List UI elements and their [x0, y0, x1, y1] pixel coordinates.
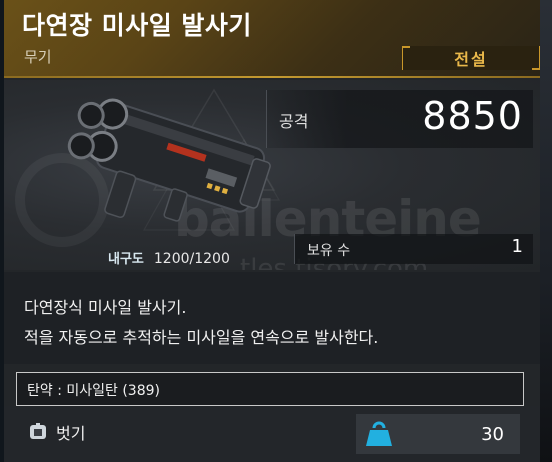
tooltip-footer: 벗기 30	[4, 406, 540, 462]
unequip-button[interactable]: 벗기	[28, 420, 85, 444]
grade-label: 전설	[454, 50, 488, 69]
weight-value: 30	[481, 424, 504, 445]
owned-count-label: 보유 수	[307, 243, 351, 259]
ammo-text: 탄약 : 미사일탄 (389)	[27, 383, 160, 399]
background-right-edge	[540, 0, 552, 462]
unequip-label: 벗기	[56, 424, 86, 443]
item-header: 다연장 미사일 발사기 무기 전설	[4, 0, 540, 78]
item-description: 다연장식 미사일 발사기. 적을 자동으로 추적하는 미사일을 연속으로 발사한…	[4, 272, 540, 364]
durability: 내구도 1200/1200	[108, 248, 230, 267]
item-name: 다연장 미사일 발사기	[22, 11, 252, 40]
owned-count-value: 1	[511, 236, 523, 257]
attack-value: 8850	[422, 94, 523, 138]
description-line-1: 다연장식 미사일 발사기.	[24, 298, 187, 317]
grade-badge: 전설	[402, 46, 540, 70]
ammo-info-box: 탄약 : 미사일탄 (389)	[16, 372, 524, 406]
unequip-icon	[30, 423, 46, 439]
weight-icon	[366, 421, 392, 446]
item-art-area: ballenteine tles.tisory.com	[4, 80, 540, 270]
weight-box: 30	[356, 414, 520, 454]
item-category: 무기	[24, 48, 52, 66]
owned-count-stat: 보유 수 1	[294, 234, 533, 264]
attack-stat: 공격 8850	[266, 90, 533, 148]
durability-value: 1200/1200	[153, 251, 230, 267]
durability-label: 내구도	[108, 252, 144, 267]
description-line-2: 적을 자동으로 추적하는 미사일을 연속으로 발사한다.	[24, 328, 379, 347]
attack-label: 공격	[279, 112, 309, 131]
item-tooltip-panel: 다연장 미사일 발사기 무기 전설 ballenteine tles.tisor…	[4, 0, 540, 462]
